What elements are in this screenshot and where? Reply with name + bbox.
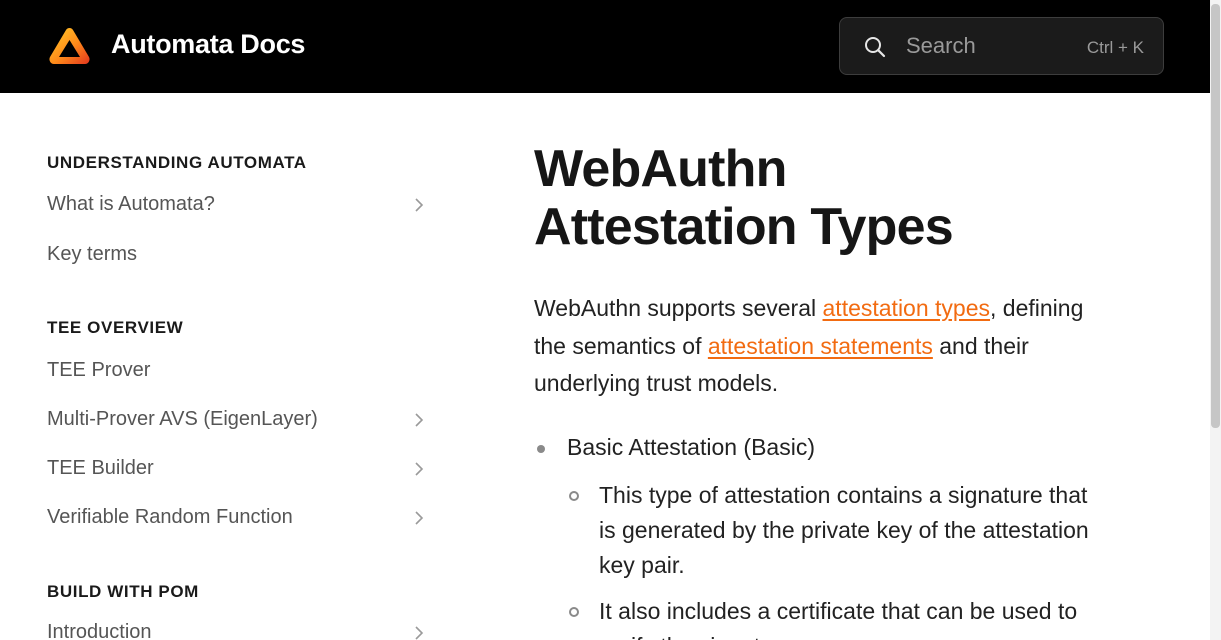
chevron-right-icon[interactable] [413,412,425,428]
section-title-tee-overview: TEE OVERVIEW [47,318,184,337]
page-title-line-2: Attestation Types [534,198,954,256]
sidebar-item-introduction[interactable]: Introduction [47,619,427,640]
search-icon [865,37,886,58]
page-title-line-1: WebAuthn [534,140,787,198]
sidebar-item-what-is-automata[interactable]: What is Automata? [47,191,427,221]
list-item-text: It also includes a certificate that can … [599,598,1078,640]
brand-title[interactable]: Automata Docs [111,29,305,60]
bullet-disc-icon [537,445,545,453]
sidebar-item-key-terms[interactable]: Key terms [47,241,427,271]
main-content: WebAuthn Attestation Types WebAuthn supp… [534,140,1134,640]
sidebar-item-verifiable-random-function[interactable]: Verifiable Random Function [47,504,427,534]
sidebar-item-label: What is Automata? [47,193,215,215]
intro-paragraph: WebAuthn supports several attestation ty… [534,290,1094,403]
link-attestation-statements[interactable]: attestation statements [708,333,933,359]
sidebar-item-label: TEE Prover [47,359,151,381]
sidebar-item-label: Key terms [47,243,138,265]
chevron-right-icon[interactable] [413,197,425,213]
sidebar-nav: UNDERSTANDING AUTOMATA What is Automata?… [0,93,470,640]
top-header: Automata Docs Search Ctrl + K [0,0,1210,93]
sidebar-item-label: TEE Builder [47,457,154,479]
search-placeholder: Search [906,33,976,58]
automata-logo-icon[interactable] [47,25,92,67]
chevron-right-icon[interactable] [413,461,425,477]
search-box[interactable]: Search Ctrl + K [839,17,1164,75]
link-attestation-types[interactable]: attestation types [823,295,991,321]
page-title: WebAuthn Attestation Types [534,140,1134,256]
sidebar-item-label: Multi-Prover AVS (EigenLayer) [47,408,318,430]
sidebar-item-label: Verifiable Random Function [47,506,293,528]
bullet-circle-icon [569,491,579,501]
chevron-right-icon[interactable] [413,625,425,640]
page-scrollbar-thumb[interactable] [1211,4,1220,428]
sidebar-item-label: Introduction [47,621,152,640]
chevron-right-icon[interactable] [413,510,425,526]
sidebar-item-multi-prover-avs[interactable]: Multi-Prover AVS (EigenLayer) [47,406,427,436]
sidebar-item-tee-prover[interactable]: TEE Prover [47,357,427,387]
list-item-text: This type of attestation contains a sign… [599,482,1089,578]
section-title-build-with-pom: BUILD WITH POM [47,582,199,601]
list-item-text: Basic Attestation (Basic) [567,434,815,460]
intro-text-1: WebAuthn supports several [534,295,823,321]
sidebar-item-tee-builder[interactable]: TEE Builder [47,455,427,485]
section-title-understanding-automata: UNDERSTANDING AUTOMATA [47,153,307,172]
search-shortcut-hint: Ctrl + K [1086,38,1144,57]
bullet-circle-icon [569,607,579,617]
